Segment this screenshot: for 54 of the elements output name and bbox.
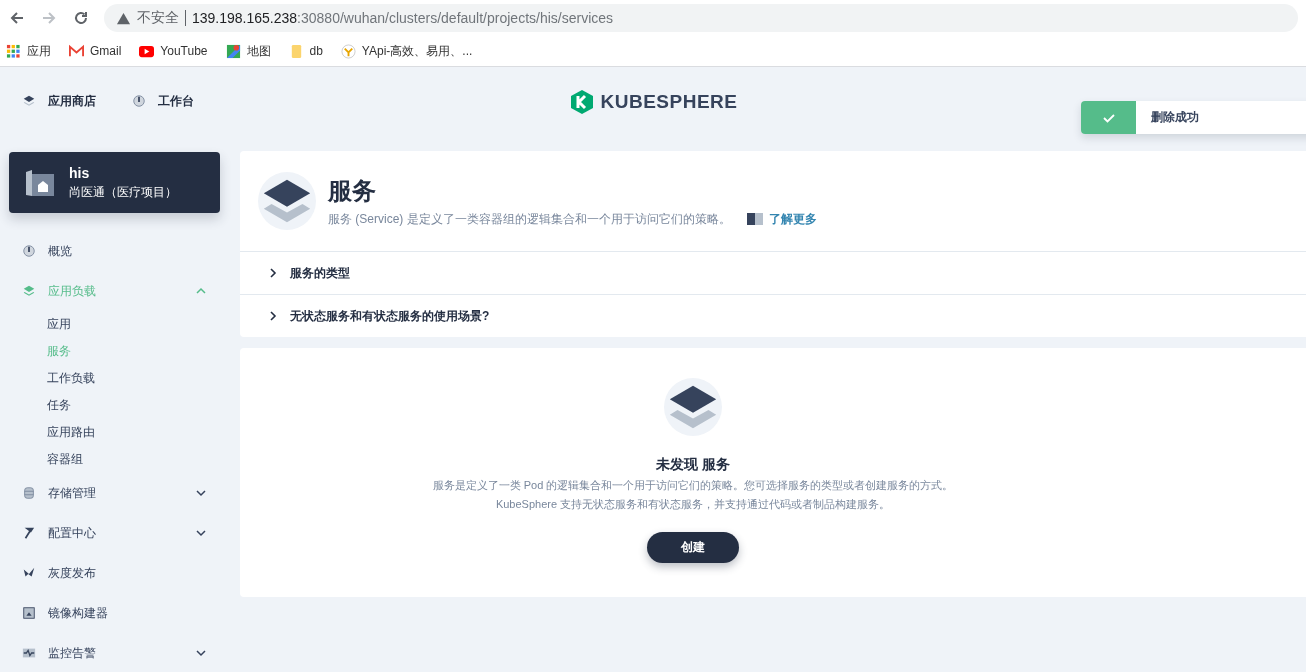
nav-item[interactable]: 灰度发布	[0, 553, 240, 593]
bookmark[interactable]: Gmail	[69, 43, 122, 59]
project-name: his	[69, 164, 91, 181]
layers-icon	[22, 94, 36, 108]
top-link[interactable]: 应用商店	[22, 79, 96, 123]
project-description: 尚医通（医疗项目）	[69, 183, 177, 201]
mail-icon	[69, 43, 84, 59]
nav-item[interactable]: 镜像构建器	[0, 593, 240, 633]
nav-subitem[interactable]: 应用	[0, 311, 240, 338]
empty-description: KubeSphere 支持无状态服务和有状态服务，并支持通过代码或者制品构建服务。	[495, 497, 891, 512]
hexagon-logo-icon	[568, 89, 595, 115]
toast-message: 删除成功	[1150, 109, 1199, 126]
bookmark[interactable]: YApi-高效、易用、...	[340, 42, 473, 60]
reload-icon[interactable]	[72, 9, 90, 27]
project-card[interactable]: his 尚医通（医疗项目）	[9, 152, 220, 213]
faq-item[interactable]: 无状态服务和有状态服务的使用场景?	[240, 295, 1306, 337]
create-button[interactable]: 创建	[647, 532, 739, 563]
nav-item[interactable]: 监控告警	[0, 633, 240, 672]
bookmark[interactable]: db	[288, 43, 323, 59]
apps-grid-icon	[6, 43, 21, 59]
nav-subitem[interactable]: 任务	[0, 392, 240, 419]
image-icon	[22, 606, 36, 620]
learn-more-link[interactable]: 了解更多	[768, 210, 817, 228]
url-text: 139.198.165.238:30880/wuhan/clusters/default/projects/his/services	[192, 10, 614, 26]
top-link[interactable]: 工作台	[132, 79, 194, 123]
page-title: 服务	[328, 175, 377, 206]
nav-subitem[interactable]: 容器组	[0, 446, 240, 473]
page-description: 服务 (Service) 是定义了一类容器组的逻辑集合和一个用于访问它们的策略。	[328, 210, 731, 228]
warning-icon	[116, 10, 131, 26]
hammer-icon	[22, 526, 36, 540]
bookmark[interactable]: 应用	[6, 42, 51, 60]
security-label: 不安全	[137, 9, 179, 27]
play-icon	[139, 43, 155, 59]
y-logo-icon	[340, 43, 356, 59]
faq-item[interactable]: 服务的类型	[240, 252, 1306, 295]
map-icon	[225, 43, 241, 59]
nav-subitem[interactable]: 应用路由	[0, 419, 240, 446]
dashboard-icon	[22, 244, 36, 258]
nav-subitem[interactable]: 工作负载	[0, 365, 240, 392]
address-bar[interactable]: 不安全 139.198.165.238:30880/wuhan/clusters/default/projects/his/services	[104, 4, 1298, 32]
empty-description: 服务是定义了一类 Pod 的逻辑集合和一个用于访问它们的策略。您可选择服务的类型或者创建服务的方式。	[432, 478, 954, 493]
database-icon	[22, 486, 36, 500]
nav-item[interactable]: 概览	[0, 231, 240, 271]
dashboard-icon	[132, 94, 146, 108]
empty-title: 未发现 服务	[656, 456, 730, 474]
pulse-icon	[22, 646, 36, 660]
nav-item[interactable]: 存储管理	[0, 473, 240, 513]
logo-text: KUBESPHERE	[600, 91, 738, 113]
nav-item[interactable]: 配置中心	[0, 513, 240, 553]
book-icon	[746, 213, 763, 225]
bookmark[interactable]: YouTube	[139, 43, 208, 59]
layers-icon	[22, 284, 36, 298]
bookmark[interactable]: 地图	[225, 42, 271, 60]
project-icon	[25, 167, 55, 198]
